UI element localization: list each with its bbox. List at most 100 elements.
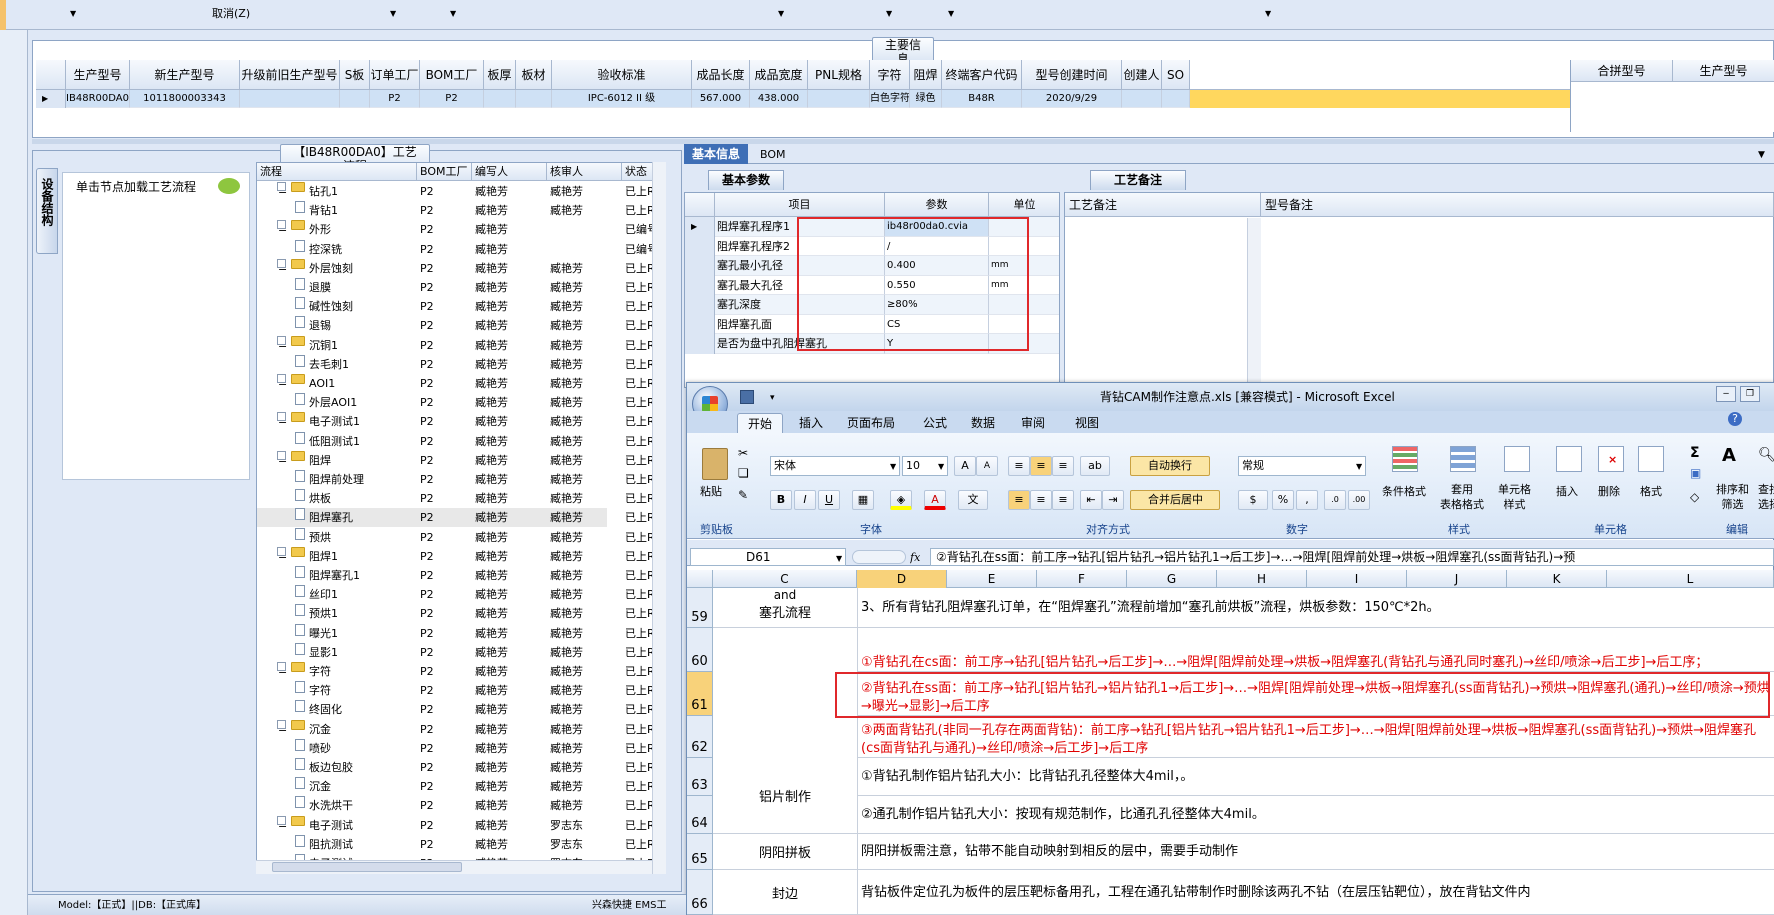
formula-bar-grip[interactable] — [852, 550, 906, 564]
save-icon[interactable] — [740, 390, 754, 404]
main-col-header[interactable]: 验收标准 — [552, 60, 692, 90]
tree-expander-icon[interactable]: − — [277, 815, 287, 833]
find-select-icon[interactable]: 🔍︎ — [1758, 446, 1774, 465]
flow-tree-row[interactable]: − 钻孔1 P2 臧艳芳 臧艳芳 已上R — [257, 182, 655, 201]
flow-tree-row[interactable]: 阻焊前处理 P2 臧艳芳 臧艳芳 已上R — [257, 470, 655, 489]
column-header[interactable]: L — [1607, 570, 1774, 588]
flow-tree-row[interactable]: − AOI1 P2 臧艳芳 臧艳芳 已上R — [257, 374, 655, 393]
column-header[interactable]: E — [947, 570, 1037, 588]
comma-button[interactable]: , — [1296, 490, 1318, 510]
top-dropdown-arrow-5[interactable]: ▼ — [886, 4, 892, 23]
cell-d[interactable]: 背钻板件定位孔为板件的层压靶标备用孔，工程在通孔钻带制作时删除该两孔不钻（在层压… — [861, 870, 1771, 915]
format-painter-icon[interactable]: ✎ — [738, 486, 748, 505]
flow-tree-row[interactable]: − 外形 P2 臧艳芳 已编号 — [257, 220, 658, 239]
insert-cells-label[interactable]: 插入 — [1556, 482, 1578, 501]
cell-c-flow[interactable]: 塞孔流程 — [713, 602, 857, 621]
flow-tree-row[interactable]: − 电子测试1 P2 臧艳芳 臧艳芳 已上R — [257, 412, 655, 431]
flow-tree-row[interactable]: − 阻焊 P2 臧艳芳 臧艳芳 已上R — [257, 450, 655, 470]
flow-tree-row[interactable]: 字符 P2 臧艳芳 臧艳芳 已上R — [257, 681, 655, 700]
main-row-cell[interactable]: B48R — [942, 90, 1022, 108]
top-dropdown-arrow-7[interactable]: ▼ — [1265, 4, 1271, 23]
main-col-header[interactable]: 创建人 — [1122, 60, 1162, 90]
main-col-header[interactable]: 生产型号 — [66, 60, 130, 90]
align-center-button[interactable]: ≡ — [1030, 490, 1052, 510]
flow-tree-row[interactable]: 外层AOI1 P2 臧艳芳 臧艳芳 已上R — [257, 393, 655, 412]
tree-expander-icon[interactable]: − — [277, 335, 287, 353]
cell-d[interactable]: ①背钻孔在cs面：前工序→钻孔[铝片钻孔→后工步]→…→阻焊[阻焊前处理→烘板→… — [861, 628, 1771, 672]
cell-d[interactable]: ②通孔制作铝片钻孔大小：按现有规范制作，比通孔孔径整体大4mil。 — [861, 796, 1771, 834]
decrease-decimal-button[interactable]: .00 — [1348, 490, 1370, 510]
tree-expander-icon[interactable]: − — [277, 546, 287, 564]
orientation-button[interactable]: ab — [1080, 456, 1110, 476]
tab-basic-info[interactable]: 基本信息 — [684, 144, 748, 164]
percent-button[interactable]: % — [1272, 490, 1294, 510]
grow-font-button[interactable]: A — [954, 456, 976, 476]
flow-tree-row[interactable]: 预烘1 P2 臧艳芳 臧艳芳 已上R — [257, 604, 655, 623]
main-row-cell[interactable] — [1162, 90, 1190, 108]
select-all-corner[interactable] — [687, 570, 713, 588]
sort-filter-label[interactable]: 排序和 筛选 — [1716, 482, 1749, 512]
right-col-header[interactable]: 合拼型号 — [1571, 60, 1673, 82]
border-button[interactable]: ▦ — [852, 490, 874, 510]
main-row-cell[interactable]: P2 — [370, 90, 420, 108]
cell-c[interactable]: 铝片制作 — [713, 758, 857, 834]
column-header[interactable]: H — [1217, 570, 1307, 588]
flow-tree-row[interactable]: 退膜 P2 臧艳芳 臧艳芳 已上R — [257, 278, 655, 297]
top-dropdown-arrow-1[interactable]: ▼ — [70, 4, 76, 23]
flow-tree-row[interactable]: − 沉铜1 P2 臧艳芳 臧艳芳 已上R — [257, 335, 655, 355]
column-header[interactable]: C — [713, 570, 857, 588]
cancel-label[interactable]: 取消(Z) — [212, 4, 250, 23]
cell-c[interactable]: 封边 — [713, 870, 857, 915]
help-icon[interactable]: ? — [1728, 412, 1742, 426]
main-row-cell[interactable]: 白色字符 — [870, 90, 910, 108]
fill-color-button[interactable]: ◈ — [890, 490, 912, 510]
row-header[interactable]: 64 — [687, 796, 713, 834]
tree-expander-icon[interactable]: − — [277, 220, 287, 237]
bold-button[interactable]: B — [770, 490, 792, 510]
main-col-header[interactable]: 阻焊 — [910, 60, 942, 90]
flow-tree-hscroll-thumb[interactable] — [272, 862, 462, 872]
cell-d[interactable]: 3、所有背钻孔阻焊塞孔订单，在“阻焊塞孔”流程前增加“塞孔前烘板”流程，烘板参数… — [861, 588, 1771, 628]
main-row-cell[interactable]: P2 — [420, 90, 484, 108]
flow-tree-row[interactable]: 喷砂 P2 臧艳芳 臧艳芳 已上R — [257, 738, 655, 758]
fill-icon[interactable]: ▣ — [1690, 464, 1701, 483]
flow-tree-row[interactable]: 预烘 P2 臧艳芳 臧艳芳 已上R — [257, 527, 655, 547]
align-right-button[interactable]: ≡ — [1052, 490, 1074, 510]
main-row-cell[interactable]: 438.000 — [750, 90, 808, 108]
main-row-cell[interactable] — [808, 90, 870, 108]
main-col-header[interactable]: BOM工厂 — [420, 60, 484, 90]
align-top-button[interactable]: ≡ — [1008, 456, 1030, 476]
restore-button[interactable]: ❐ — [1740, 386, 1760, 402]
main-row-cell[interactable]: 567.000 — [692, 90, 750, 108]
flow-tree-row[interactable]: − 电子测试 P2 臧艳芳 罗志东 已上R — [257, 815, 655, 835]
ribbon-tab[interactable]: 页面布局 — [837, 413, 905, 433]
font-color-button[interactable]: A — [924, 490, 946, 510]
ribbon-tab[interactable]: 开始 — [737, 413, 784, 433]
column-header[interactable]: F — [1037, 570, 1127, 588]
paste-label[interactable]: 粘贴 — [700, 482, 722, 501]
tree-expander-icon[interactable]: − — [277, 182, 287, 199]
top-dropdown-arrow-6[interactable]: ▼ — [948, 4, 954, 23]
align-bottom-button[interactable]: ≡ — [1052, 456, 1074, 476]
autosum-icon[interactable]: Σ — [1690, 444, 1700, 463]
conditional-format-icon[interactable] — [1392, 446, 1418, 472]
flow-tree-row[interactable]: 水洗烘干 P2 臧艳芳 臧艳芳 已上R — [257, 796, 655, 815]
flow-tree-row[interactable]: 背钻1 P2 臧艳芳 臧艳芳 已上R — [257, 201, 655, 220]
cell-c[interactable]: 阴阳拼板 — [713, 834, 857, 870]
tree-expander-icon[interactable]: − — [277, 719, 287, 737]
main-row-cell[interactable]: IB48R00DA0 — [66, 90, 130, 108]
params-row-selector[interactable] — [685, 275, 715, 295]
flow-tree-vscroll[interactable] — [652, 162, 666, 874]
flow-tree-row[interactable]: 沉金 P2 臧艳芳 臧艳芳 已上R — [257, 777, 655, 796]
ribbon-tab[interactable]: 审阅 — [1011, 413, 1055, 433]
decrease-indent-button[interactable]: ⇤ — [1080, 490, 1102, 510]
main-row-cell[interactable] — [340, 90, 370, 108]
main-col-header[interactable]: 订单工厂 — [370, 60, 420, 90]
ribbon-tab[interactable]: 公式 — [913, 413, 957, 433]
params-row-selector[interactable]: ▶ — [685, 217, 715, 237]
flow-tree-row[interactable]: 阻焊塞孔 P2 臧艳芳 臧艳芳 已上R — [257, 508, 655, 528]
top-dropdown-arrow-3[interactable]: ▼ — [450, 4, 456, 23]
insert-cells-icon[interactable] — [1556, 446, 1582, 472]
row-header[interactable]: 65 — [687, 834, 713, 870]
column-header[interactable]: G — [1127, 570, 1217, 588]
